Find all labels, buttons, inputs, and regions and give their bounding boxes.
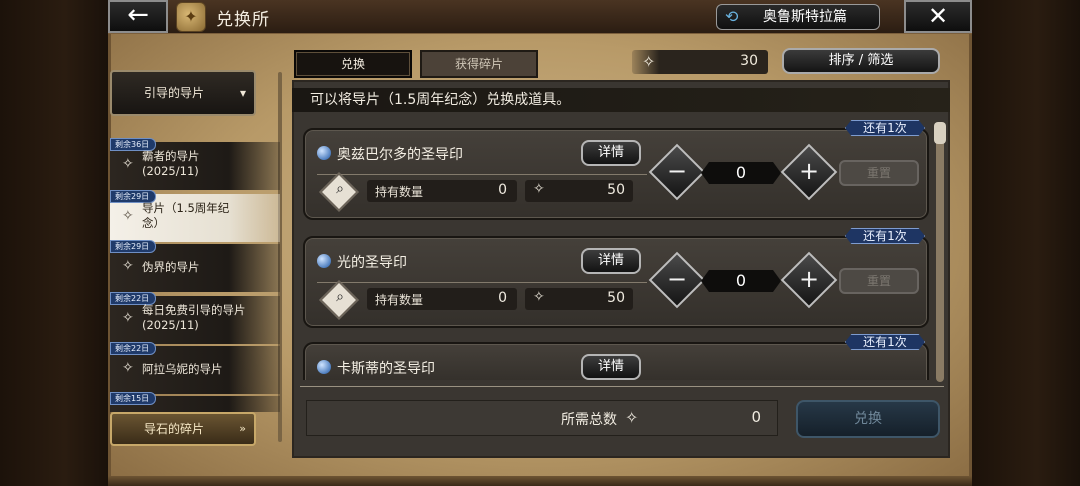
sidebar-item-label: 霸者的导片 (2025/11)	[142, 149, 200, 178]
shard-icon: ✧	[122, 360, 134, 376]
back-button[interactable]: ←	[108, 0, 168, 33]
minus-icon: −	[666, 157, 688, 185]
remaining-days-badge: 剩余15日	[110, 392, 157, 405]
currency-value: 30	[740, 53, 758, 69]
held-value: 0	[498, 290, 507, 306]
sidebar-item-partial[interactable]: 剩余15日	[110, 392, 280, 412]
seal-gem-icon	[317, 360, 331, 374]
category-dropdown-label: 引导的导片	[144, 86, 205, 100]
close-button[interactable]: ✕	[904, 0, 972, 33]
sort-filter-button[interactable]: 排序 / 筛选	[782, 48, 940, 74]
cost-display: ✧ 50	[525, 288, 633, 310]
reset-button[interactable]: 重置	[839, 160, 919, 186]
remaining-days-badge: 剩余22日	[110, 342, 157, 355]
exchange-item-card: 光的圣导印 详情 ⌕ 持有数量 0 ✧ 50 − 0 + 重置	[303, 236, 929, 328]
exchange-shop-icon: ✦	[176, 2, 206, 32]
sidebar-item-label: 伪界的导片	[142, 260, 200, 274]
sidebar-item-daily-free-shard[interactable]: 剩余22日 ✧ 每日免费引导的导片(2025/11)	[110, 292, 280, 344]
sidebar-item-label: 每日免费引导的导片(2025/11)	[142, 303, 246, 332]
exchange-item-card: 卡斯蒂的圣导印 详情	[303, 342, 929, 382]
minus-icon: −	[666, 265, 688, 293]
remaining-days-badge: 剩余29日	[110, 240, 157, 253]
sidebar-item-label: 阿拉乌妮的导片	[142, 362, 223, 376]
magnifier-icon: ⌕	[336, 289, 344, 305]
category-stone-fragments[interactable]: 导石的碎片 »	[110, 412, 256, 446]
details-button[interactable]: 详情	[581, 354, 641, 380]
shard-icon: ✧	[122, 208, 134, 224]
chevron-right-icon: »	[239, 422, 246, 435]
quantity-value: 0	[735, 271, 747, 290]
list-scrollbar-thumb[interactable]	[934, 122, 946, 144]
held-quantity: 持有数量 0	[367, 180, 517, 202]
held-value: 0	[498, 182, 507, 198]
cost-display: ✧ 50	[525, 180, 633, 202]
footer-divider	[300, 386, 944, 387]
shard-currency-icon: ✧	[642, 52, 656, 71]
divider	[317, 174, 647, 175]
sidebar-item-label: 导片（1.5周年纪念）	[142, 201, 230, 230]
item-name: 光的圣导印	[337, 255, 407, 271]
category-footer-label: 导石的碎片	[144, 422, 205, 436]
held-quantity: 持有数量 0	[367, 288, 517, 310]
shard-icon: ✧	[122, 258, 134, 274]
cost-value: 50	[607, 290, 625, 306]
sidebar-item-false-world-shard[interactable]: 剩余29日 ✧ 伪界的导片	[110, 240, 280, 292]
remaining-times-badge: 还有1次	[845, 228, 925, 244]
held-label: 持有数量	[375, 185, 424, 199]
shard-currency-icon: ✧	[533, 181, 545, 197]
sidebar-item-anniversary-shard[interactable]: 剩余29日 ✧ 导片（1.5周年纪念）	[110, 190, 280, 242]
plus-icon: +	[798, 157, 820, 185]
details-button[interactable]: 详情	[581, 140, 641, 166]
item-name: 卡斯蒂的圣导印	[337, 361, 435, 377]
seal-gem-icon	[317, 254, 331, 268]
exchange-button[interactable]: 兑换	[796, 400, 940, 438]
quantity-value: 0	[735, 163, 747, 182]
sidebar-item-hegemon-shard[interactable]: 剩余36日 ✧ 霸者的导片 (2025/11)	[110, 138, 280, 190]
story-switch-label: 奥鲁斯特拉篇	[763, 9, 847, 25]
exchange-item-card: 奥兹巴尔多的圣导印 详情 ⌕ 持有数量 0 ✧ 50 − 0 + 重置	[303, 128, 929, 220]
shard-icon: ✧	[122, 156, 134, 172]
right-backdrop	[972, 0, 1080, 486]
panel-description: 可以将导片（1.5周年纪念）兑换成道具。	[292, 88, 950, 112]
plus-icon: +	[798, 265, 820, 293]
tab-get-fragments[interactable]: 获得碎片	[420, 50, 538, 78]
shard-currency-icon: ✧	[625, 408, 639, 427]
page-title: 兑换所	[216, 10, 270, 30]
remaining-times-badge: 还有1次	[845, 334, 925, 350]
remaining-times-badge: 还有1次	[845, 120, 925, 136]
magnifier-icon: ⌕	[336, 181, 344, 197]
sidebar-item-araune-shard[interactable]: 剩余22日 ✧ 阿拉乌妮的导片	[110, 342, 280, 394]
story-switch-button[interactable]: ⟲ 奥鲁斯特拉篇	[716, 4, 880, 30]
tab-exchange[interactable]: 兑换	[294, 50, 412, 78]
shard-icon: ✧	[122, 310, 134, 326]
divider	[317, 282, 647, 283]
swap-icon: ⟲	[725, 7, 739, 26]
details-button[interactable]: 详情	[581, 248, 641, 274]
list-scrollbar[interactable]	[936, 122, 944, 382]
reset-button[interactable]: 重置	[839, 268, 919, 294]
seal-gem-icon	[317, 146, 331, 160]
currency-display: ✧ 30	[632, 50, 768, 74]
frame-bottom-edge	[108, 476, 972, 486]
cost-value: 50	[607, 182, 625, 198]
held-label: 持有数量	[375, 293, 424, 307]
shard-currency-icon: ✧	[533, 289, 545, 305]
item-name: 奥兹巴尔多的圣导印	[337, 147, 463, 163]
total-label: 所需总数	[561, 412, 617, 428]
total-value: 0	[751, 408, 761, 426]
category-dropdown[interactable]: 引导的导片 ▾	[110, 70, 256, 116]
total-required: 所需总数 ✧ 0	[306, 400, 778, 436]
chevron-down-icon: ▾	[239, 86, 246, 100]
left-backdrop	[0, 0, 108, 486]
